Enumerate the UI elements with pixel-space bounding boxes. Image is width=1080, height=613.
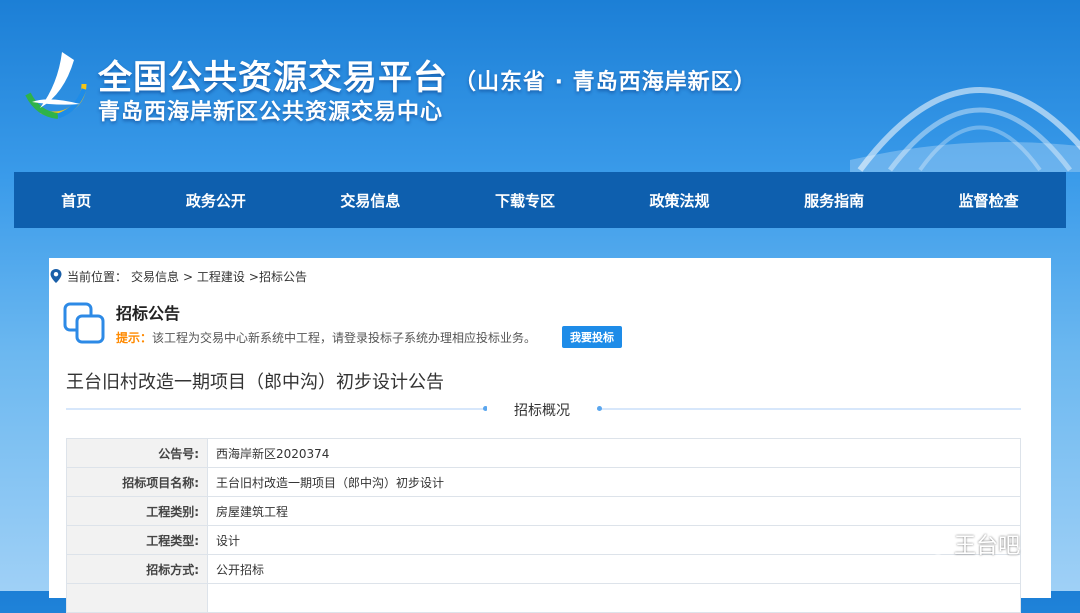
- table-row: 工程类型: 设计: [66, 525, 1021, 555]
- nav-item-policies[interactable]: 政策法规: [632, 190, 728, 211]
- breadcrumb-tender-notice[interactable]: >招标公告: [249, 268, 307, 285]
- breadcrumb-prefix: 当前位置：: [67, 269, 128, 284]
- row-value: 公开招标: [207, 554, 1021, 584]
- stadium-arch-decoration: [850, 87, 1080, 172]
- table-row: 招标项目名称: 王台旧村改造一期项目（郎中沟）初步设计: [66, 467, 1021, 497]
- table-row: 招标方式: 公开招标: [66, 554, 1021, 584]
- tender-info-table: 公告号: 西海岸新区2020374 招标项目名称: 王台旧村改造一期项目（郎中沟…: [66, 438, 1021, 613]
- platform-logo-icon: [21, 51, 87, 119]
- breadcrumb: 当前位置： 交易信息 > 工程建设 >招标公告: [49, 266, 311, 286]
- section-divider-dot-right: [597, 406, 602, 411]
- center-subtitle: 青岛西海岸新区公共资源交易中心: [98, 100, 444, 125]
- notice-document-icon: [63, 302, 105, 344]
- row-label: 公告号:: [66, 438, 208, 468]
- content-panel: 当前位置： 交易信息 > 工程建设 >招标公告 招标公告 提示：该工程为交易中心…: [49, 258, 1051, 613]
- wechat-icon: [918, 532, 947, 555]
- site-header: 全国公共资源交易平台 （山东省 · 青岛西海岸新区） 青岛西海岸新区公共资源交易中…: [0, 0, 1080, 172]
- row-value: 王台旧村改造一期项目（郎中沟）初步设计: [207, 467, 1021, 497]
- platform-title: 全国公共资源交易平台 （山东省 · 青岛西海岸新区）: [98, 50, 757, 99]
- row-label: 工程类型:: [66, 525, 208, 555]
- nav-item-downloads[interactable]: 下载专区: [477, 190, 573, 211]
- row-value: 设计: [207, 525, 1021, 555]
- tip-text: 该工程为交易中心新系统中工程，请登录投标子系统办理相应投标业务。: [152, 331, 537, 345]
- nav-item-service-guide[interactable]: 服务指南: [786, 190, 882, 211]
- table-row: 公告号: 西海岸新区2020374: [66, 438, 1021, 468]
- row-value: 西海岸新区2020374: [207, 438, 1021, 468]
- wechat-watermark: 王台吧: [918, 528, 1020, 560]
- notice-heading: 招标公告: [116, 304, 181, 323]
- nav-item-government-affairs[interactable]: 政务公开: [168, 190, 264, 211]
- submit-bid-button[interactable]: 我要投标: [562, 326, 622, 348]
- platform-title-text: 全国公共资源交易平台: [98, 58, 448, 98]
- tip-label: 提示：: [116, 331, 153, 345]
- nav-item-home[interactable]: 首页: [43, 190, 109, 211]
- row-label: 招标项目名称:: [66, 467, 208, 497]
- row-label: 招标方式:: [66, 554, 208, 584]
- notice-tip: 提示：该工程为交易中心新系统中工程，请登录投标子系统办理相应投标业务。: [116, 329, 536, 346]
- section-label: 招标概况: [487, 400, 597, 420]
- row-label: [66, 583, 208, 613]
- breadcrumb-trading-info[interactable]: 交易信息: [131, 268, 179, 285]
- table-row: 工程类别: 房屋建筑工程: [66, 496, 1021, 526]
- nav-item-trading-info[interactable]: 交易信息: [322, 190, 418, 211]
- project-title: 王台旧村改造一期项目（郎中沟）初步设计公告: [66, 372, 444, 393]
- row-label: 工程类别:: [66, 496, 208, 526]
- breadcrumb-engineering[interactable]: > 工程建设: [183, 268, 245, 285]
- row-value: [207, 583, 1021, 613]
- watermark-text: 王台吧: [954, 534, 1021, 559]
- platform-region: （山东省 · 青岛西海岸新区）: [454, 70, 757, 95]
- location-pin-icon: [50, 269, 62, 283]
- nav-item-supervision[interactable]: 监督检查: [941, 190, 1037, 211]
- table-row: [66, 583, 1021, 613]
- row-value: 房屋建筑工程: [207, 496, 1021, 526]
- main-nav: 首页 政务公开 交易信息 下载专区 政策法规 服务指南 监督检查: [14, 172, 1066, 228]
